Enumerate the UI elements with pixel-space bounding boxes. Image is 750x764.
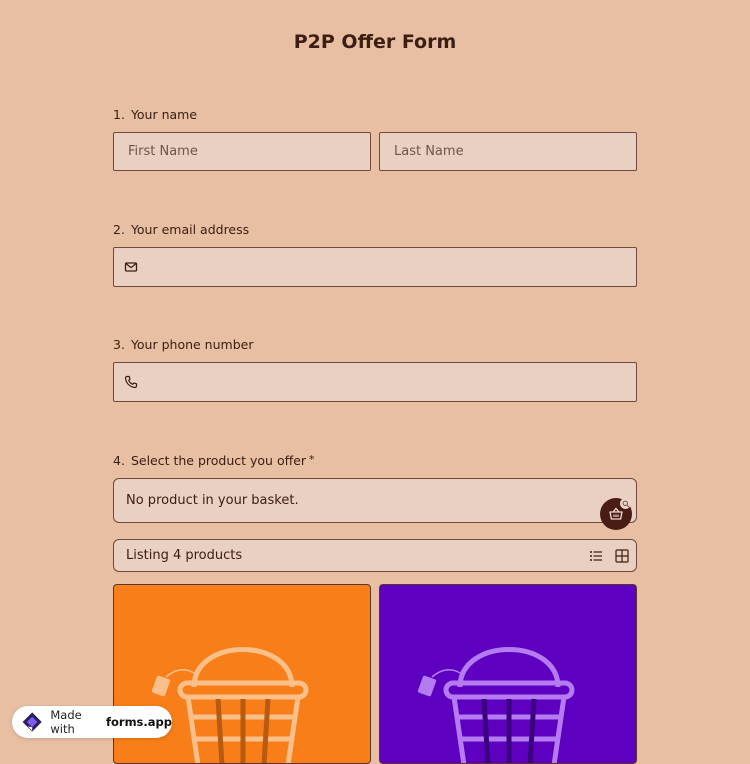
- question-text: Your email address: [130, 222, 250, 237]
- question-product-label: 4. Select the product you offer *: [113, 453, 315, 468]
- list-view-icon[interactable]: [589, 549, 603, 563]
- question-text: Your name: [130, 107, 198, 122]
- question-text: Your phone number: [130, 337, 254, 352]
- form-title: P2P Offer Form: [293, 31, 457, 53]
- made-with-text: Made with: [50, 708, 82, 736]
- phone-input[interactable]: [113, 362, 637, 402]
- listing-count-text: Listing 4 products: [126, 548, 243, 563]
- question-name-label: 1. Your name: [113, 107, 197, 122]
- shopping-basket-icon: [609, 507, 623, 520]
- first-name-placeholder: First Name: [128, 144, 198, 159]
- product-listing-bar: Listing 4 products: [113, 539, 637, 572]
- required-mark: *: [309, 453, 315, 466]
- email-input[interactable]: [113, 247, 637, 287]
- question-number: 1.: [113, 107, 125, 122]
- basket-empty-text: No product in your basket.: [126, 493, 299, 508]
- envelope-icon: [124, 262, 138, 272]
- product-card[interactable]: [379, 584, 637, 764]
- phone-icon: [124, 375, 138, 389]
- last-name-input[interactable]: Last Name: [379, 132, 637, 171]
- question-email-label: 2. Your email address: [113, 222, 249, 237]
- question-number: 4.: [113, 453, 125, 468]
- question-phone-label: 3. Your phone number: [113, 337, 253, 352]
- basket-icon: [417, 647, 575, 763]
- question-text: Select the product you offer: [130, 453, 307, 468]
- made-with-badge[interactable]: Made with forms.app: [12, 706, 172, 738]
- basket-summary: No product in your basket.: [113, 478, 637, 523]
- question-number: 2.: [113, 222, 125, 237]
- forms-app-logo-icon: [22, 712, 42, 732]
- brand-name: forms.app: [106, 715, 172, 729]
- question-number: 3.: [113, 337, 125, 352]
- grid-view-icon[interactable]: [615, 549, 629, 563]
- basket-search-badge: [620, 498, 631, 509]
- search-icon: [622, 500, 630, 508]
- first-name-input[interactable]: First Name: [113, 132, 371, 171]
- last-name-placeholder: Last Name: [394, 144, 464, 159]
